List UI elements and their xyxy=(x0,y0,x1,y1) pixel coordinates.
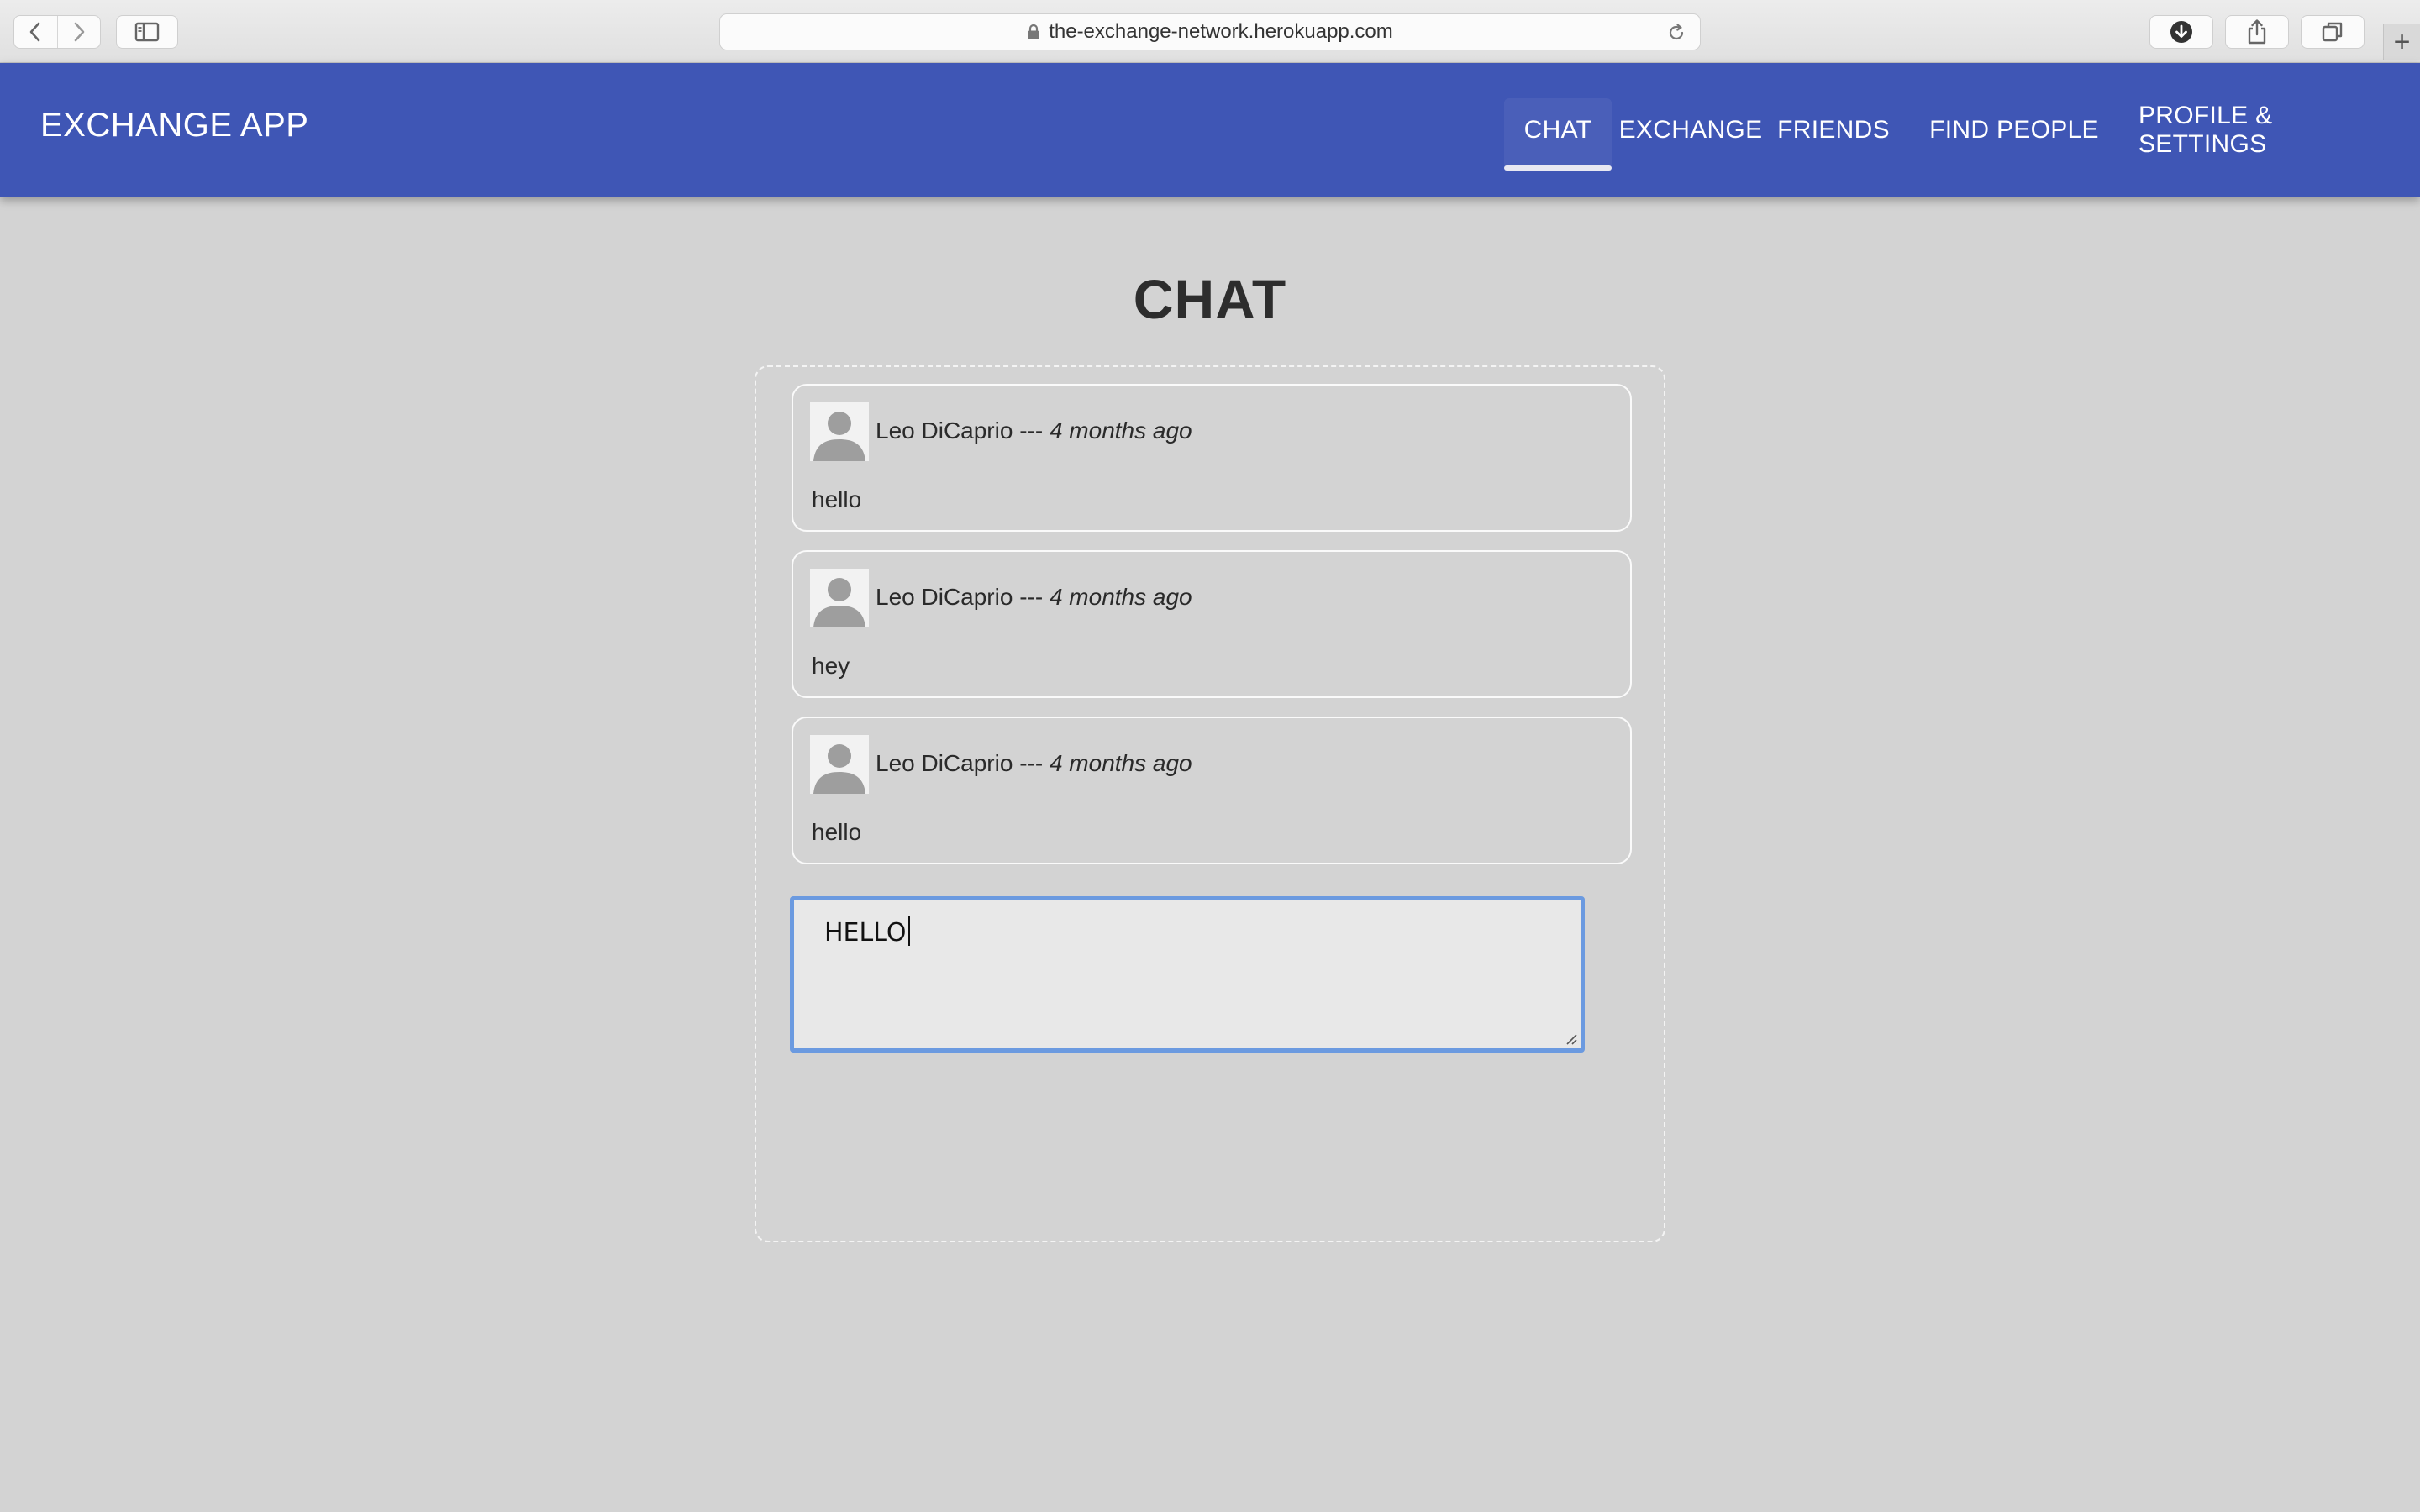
nav-profile-settings-label: PROFILE & SETTINGS xyxy=(2139,102,2273,158)
message-meta: Leo DiCaprio --- 4 months ago xyxy=(876,584,1192,611)
new-tab-button[interactable]: + xyxy=(2383,24,2420,60)
message-timestamp: 4 months ago xyxy=(1049,417,1192,444)
message-author[interactable]: Leo DiCaprio xyxy=(876,417,1013,444)
message-meta: Leo DiCaprio --- 4 months ago xyxy=(876,417,1192,444)
sidebar-toggle-button[interactable] xyxy=(116,15,178,49)
nav-chat-label: CHAT xyxy=(1523,116,1592,144)
message-input[interactable]: HELLO xyxy=(790,896,1585,1053)
nav-friends-label: FRIENDS xyxy=(1777,116,1890,144)
reload-icon[interactable] xyxy=(1666,22,1686,50)
avatar xyxy=(810,569,869,627)
downloads-button[interactable] xyxy=(2149,15,2213,49)
app-navbar: EXCHANGE APP CHAT EXCHANGE FRIENDS FIND … xyxy=(0,63,2420,197)
avatar xyxy=(810,402,869,461)
chevron-right-icon xyxy=(74,22,85,42)
message-timestamp: 4 months ago xyxy=(1049,750,1192,776)
nav-profile-settings[interactable]: PROFILE & SETTINGS xyxy=(2139,63,2402,197)
message-input-value: HELLO xyxy=(824,916,910,948)
nav-find-people[interactable]: FIND PEOPLE xyxy=(1907,63,2121,197)
message-item: Leo DiCaprio --- 4 months ago hello xyxy=(792,384,1632,532)
nav-exchange[interactable]: EXCHANGE xyxy=(1618,63,1763,197)
browser-toolbar: the-exchange-network.herokuapp.com xyxy=(0,0,2420,63)
message-text: hey xyxy=(812,653,850,679)
message-author[interactable]: Leo DiCaprio xyxy=(876,750,1013,776)
chat-panel: Leo DiCaprio --- 4 months ago hello Leo … xyxy=(755,365,1665,1242)
message-item: Leo DiCaprio --- 4 months ago hey xyxy=(792,550,1632,698)
download-icon xyxy=(2170,21,2192,43)
meta-separator: --- xyxy=(1013,584,1050,610)
tabs-overview-button[interactable] xyxy=(2301,15,2365,49)
meta-separator: --- xyxy=(1013,417,1050,444)
nav-exchange-label: EXCHANGE xyxy=(1618,116,1763,144)
text-caret xyxy=(908,916,910,946)
message-timestamp: 4 months ago xyxy=(1049,584,1192,610)
back-button[interactable] xyxy=(14,16,57,48)
nav-friends[interactable]: FRIENDS xyxy=(1777,63,1890,197)
nav-find-people-label: FIND PEOPLE xyxy=(1929,116,2099,144)
address-bar[interactable]: the-exchange-network.herokuapp.com xyxy=(719,13,1701,50)
share-icon xyxy=(2248,19,2266,45)
nav-chat[interactable]: CHAT xyxy=(1504,63,1612,197)
plus-icon: + xyxy=(2393,25,2411,58)
brand-logo[interactable]: EXCHANGE APP xyxy=(40,107,308,144)
message-author[interactable]: Leo DiCaprio xyxy=(876,584,1013,610)
user-silhouette-icon xyxy=(813,578,865,627)
message-text: hello xyxy=(812,486,862,512)
sidebar-icon xyxy=(134,22,160,42)
message-text: hello xyxy=(812,819,862,845)
forward-button[interactable] xyxy=(56,16,101,48)
tabs-icon xyxy=(2322,22,2343,42)
message-meta: Leo DiCaprio --- 4 months ago xyxy=(876,750,1192,777)
resize-handle-icon[interactable] xyxy=(1564,1032,1577,1045)
user-silhouette-icon xyxy=(813,412,865,461)
lock-icon xyxy=(1027,24,1040,40)
meta-separator: --- xyxy=(1013,750,1050,776)
avatar xyxy=(810,735,869,794)
user-silhouette-icon xyxy=(813,744,865,794)
active-tab-indicator xyxy=(1504,165,1612,171)
url-text: the-exchange-network.herokuapp.com xyxy=(1049,20,1393,43)
chevron-left-icon xyxy=(29,22,40,42)
history-nav xyxy=(13,15,101,49)
page-title: CHAT xyxy=(1133,268,1287,330)
share-button[interactable] xyxy=(2225,15,2289,49)
message-item: Leo DiCaprio --- 4 months ago hello xyxy=(792,717,1632,864)
